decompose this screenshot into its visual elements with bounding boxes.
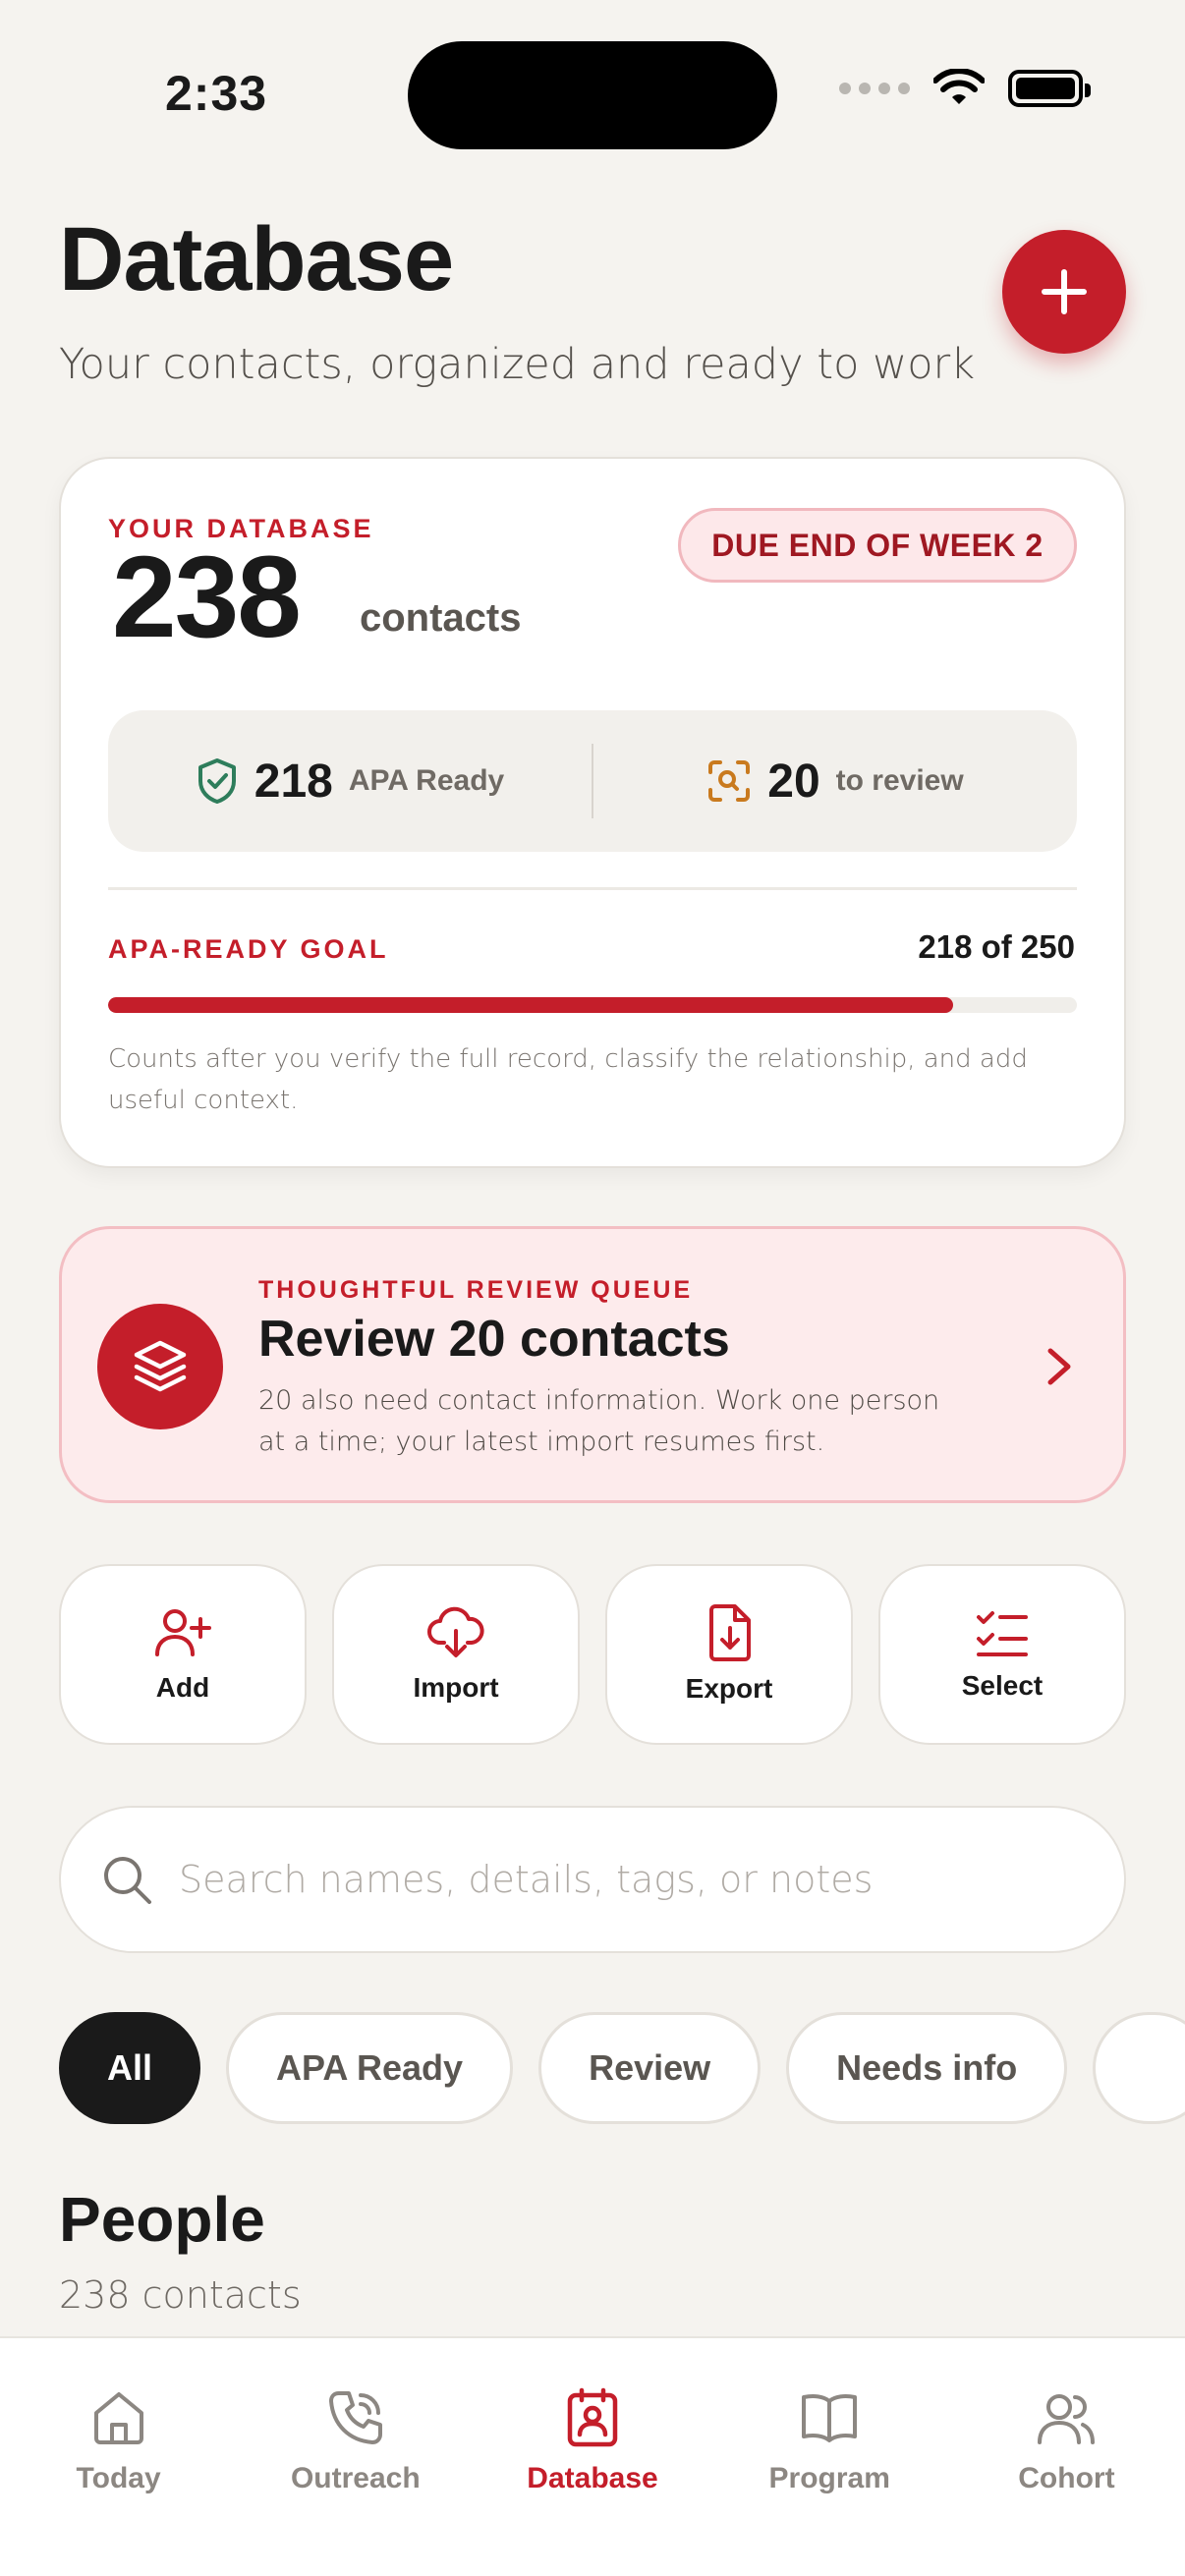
to-review-count: 20 [767,755,820,808]
contact-book-icon [567,2387,618,2447]
card-divider [108,887,1077,890]
filter-chip-needs-info[interactable]: Needs info [786,2012,1068,2124]
add-label: Add [155,1672,210,1703]
review-title: Review 20 contacts [258,1311,730,1368]
shield-check-icon [198,758,236,804]
phone-icon [328,2391,382,2444]
status-icons [839,69,1091,108]
apa-ready-count: 218 [254,755,333,808]
review-icon-badge [97,1304,223,1429]
action-tiles: Add Import Export Select [59,1564,1126,1745]
goal-value: 218 of 250 [918,928,1075,965]
people-count: 238 contacts [59,2273,302,2317]
people-title: People [59,2184,265,2255]
due-badge: DUE END OF WEEK 2 [678,508,1077,583]
review-kicker: THOUGHTFUL REVIEW QUEUE [258,1276,694,1304]
contact-count: 238 [112,532,302,662]
stats-bar: 218 APA Ready 20 to review [108,710,1077,852]
users-icon [1038,2394,1096,2444]
tab-today[interactable]: Today [0,2387,237,2576]
battery-icon [1008,70,1091,107]
page-title: Database [59,209,454,309]
tab-database[interactable]: Database [474,2387,710,2576]
apa-ready-label: APA Ready [348,764,505,797]
search-bar[interactable] [59,1806,1126,1953]
goal-note: Counts after you verify the full record,… [108,1044,1028,1115]
tab-label: Cohort [1018,2462,1115,2494]
tab-cohort[interactable]: Cohort [948,2387,1185,2576]
home-icon [93,2392,143,2444]
tab-bar: Today Outreach Database Program Cohort [0,2336,1185,2576]
to-review-label: to review [835,764,964,797]
goal-progress-bar [108,997,1077,1013]
search-icon [104,1857,151,1904]
tab-program[interactable]: Program [711,2387,948,2576]
cellular-signal-icon [839,83,910,94]
file-download-icon [709,1604,751,1661]
status-time: 2:33 [165,66,268,121]
add-contact-button[interactable] [1002,230,1126,354]
filter-chips: All APA Ready Review Needs info [59,2012,1185,2124]
add-button[interactable]: Add [59,1564,307,1745]
goal-label: APA-READY GOAL [108,934,389,964]
filter-chip-review[interactable]: Review [538,2012,762,2124]
apa-ready-stat[interactable]: 218 APA Ready [108,755,592,809]
select-label: Select [961,1670,1044,1701]
tab-label: Outreach [290,2462,421,2494]
review-queue-card[interactable]: THOUGHTFUL REVIEW QUEUE Review 20 contac… [59,1226,1126,1503]
review-description: 20 also need contact information. Work o… [258,1385,940,1457]
plus-icon [1042,269,1087,314]
tab-label: Today [76,2462,161,2494]
export-label: Export [685,1673,773,1704]
scan-search-icon [708,760,751,802]
user-plus-icon [155,1609,211,1656]
filter-chip-overflow[interactable] [1093,2012,1185,2124]
dynamic-island [408,41,777,149]
contact-count-unit: contacts [360,596,522,640]
list-checks-icon [977,1611,1028,1656]
export-button[interactable]: Export [605,1564,853,1745]
tab-label: Program [768,2462,890,2494]
to-review-stat[interactable]: 20 to review [593,755,1077,809]
select-button[interactable]: Select [878,1564,1126,1745]
book-icon [802,2394,858,2442]
database-summary-card: YOUR DATABASE 238 contacts DUE END OF WE… [59,457,1126,1168]
search-input[interactable] [179,1858,1063,1901]
page-subtitle: Your contacts, organized and ready to wo… [59,340,976,389]
chevron-right-icon [1047,1348,1071,1385]
goal-progress-fill [108,997,953,1013]
layers-icon [134,1340,187,1392]
tab-label: Database [527,2462,658,2494]
import-label: Import [413,1672,499,1703]
filter-chip-apa-ready[interactable]: APA Ready [226,2012,514,2124]
wifi-icon [933,69,985,104]
cloud-download-icon [427,1606,484,1657]
filter-chip-all[interactable]: All [59,2012,201,2124]
tab-outreach[interactable]: Outreach [237,2387,474,2576]
import-button[interactable]: Import [332,1564,580,1745]
